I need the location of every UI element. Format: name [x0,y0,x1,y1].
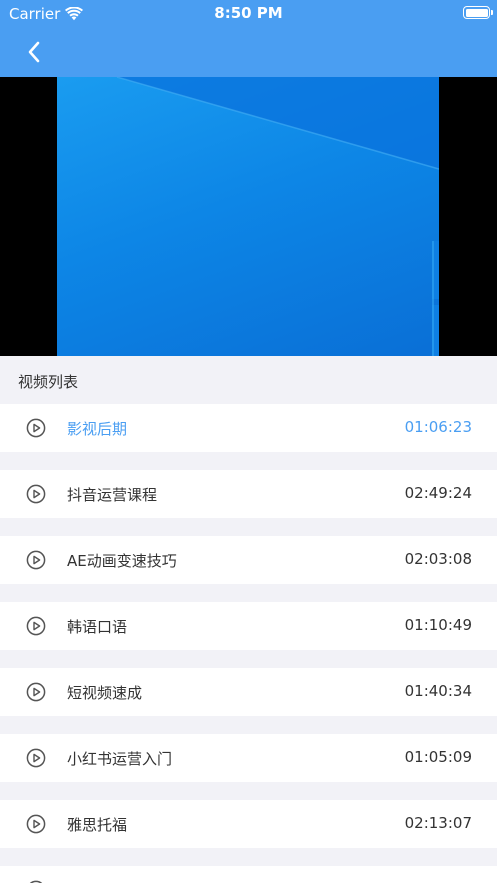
play-circle-icon [26,550,46,570]
play-circle-icon [26,616,46,636]
status-time: 8:50 PM [214,4,283,22]
play-circle-icon [26,484,46,504]
navigation-bar [0,28,497,77]
video-duration: 02:49:24 [404,484,472,502]
video-title: 小红书运营入门 [67,750,173,768]
video-list-item[interactable]: 影视后期 01:06:23 [0,404,497,452]
video-duration: 02:03:08 [404,550,472,568]
status-bar: Carrier 8:50 PM [0,0,497,28]
video-title: AE动画变速技巧 [67,552,177,570]
video-title: 影视后期 [67,420,128,438]
play-circle-icon [26,814,46,834]
video-duration: 01:05:09 [404,748,472,766]
video-list-title: 视频列表 [18,373,79,391]
video-list-item[interactable]: 韩语口语 01:10:49 [0,602,497,650]
video-player[interactable] [0,77,497,356]
video-title: 雅思托福 [67,816,128,834]
chevron-left-icon [28,41,40,63]
video-duration: 02:13:07 [404,814,472,832]
video-title: 韩语口语 [67,618,128,636]
video-duration: 01:40:34 [404,682,472,700]
section-header: 视频列表 [0,356,497,404]
video-duration: 01:10:49 [404,616,472,634]
video-frame [57,77,439,356]
video-duration: 01:06:23 [404,418,472,436]
video-list-item[interactable]: 小红书运营入门 01:05:09 [0,734,497,782]
video-list-item[interactable]: 雅思托福 02:13:07 [0,800,497,848]
video-list-item[interactable]: 短视频速成 01:40:34 [0,668,497,716]
video-background-graphic [116,77,439,356]
video-list-item[interactable]: AE动画变速技巧 02:03:08 [0,536,497,584]
video-list-item[interactable] [0,866,497,883]
play-circle-icon [26,418,46,438]
battery-icon [463,6,493,19]
video-title: 抖音运营课程 [67,486,158,504]
back-button[interactable] [18,36,50,68]
play-circle-icon [26,682,46,702]
video-list-item[interactable]: 抖音运营课程 02:49:24 [0,470,497,518]
video-title: 短视频速成 [67,684,143,702]
play-circle-icon [26,748,46,768]
